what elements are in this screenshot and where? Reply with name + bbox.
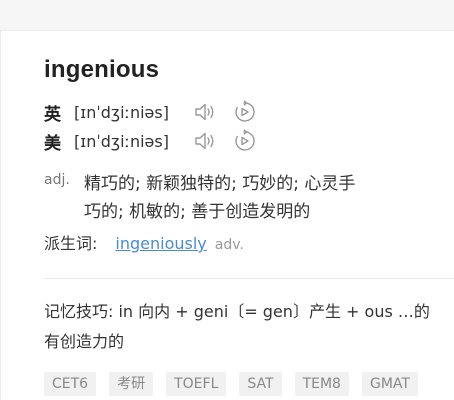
tag-kaoyan[interactable]: 考研 [109, 372, 154, 396]
pron-label-us: 美 [44, 133, 61, 154]
mnemonic: 记忆技巧: in 向内 + geni〔= gen〕产生 + ous …的 有创造… [44, 297, 454, 357]
meaning-line: 巧的; 机敏的; 善于创造发明的 [84, 202, 311, 222]
ipa-uk: [ɪnˈdʒiːniəs] [74, 102, 169, 122]
pron-label-uk: 英 [44, 104, 61, 125]
part-of-speech: adj. [44, 172, 70, 188]
ipa-us: [ɪnˈdʒiːniəs] [74, 131, 169, 151]
tag-toefl[interactable]: TOEFL [166, 372, 227, 396]
tag-cet6[interactable]: CET6 [44, 372, 97, 396]
pronunciation-uk: 英 [ɪnˈdʒiːniəs] [44, 99, 257, 125]
mnemonic-line: 有创造力的 [44, 332, 125, 351]
tag-gmat[interactable]: GMAT [361, 372, 418, 396]
pronunciation-us: 美 [ɪnˈdʒiːniəs] [44, 128, 257, 154]
tag-tem8[interactable]: TEM8 [294, 372, 349, 396]
meanings: 精巧的; 新颖独特的; 巧妙的; 心灵手 巧的; 机敏的; 善于创造发明的 [84, 170, 424, 226]
mnemonic-line: 记忆技巧: in 向内 + geni〔= gen〕产生 + ous …的 [44, 302, 430, 321]
exam-tags: CET6 考研 TOEFL SAT TEM8 GMAT [44, 372, 431, 396]
definition: adj. 精巧的; 新颖独特的; 巧妙的; 心灵手 巧的; 机敏的; 善于创造发… [44, 170, 424, 226]
speaker-icon[interactable] [192, 99, 218, 125]
meaning-line: 精巧的; 新颖独特的; 巧妙的; 心灵手 [84, 174, 356, 194]
speaker-icon[interactable] [192, 128, 218, 154]
tag-sat[interactable]: SAT [239, 372, 282, 396]
replay-icon[interactable] [231, 128, 257, 154]
replay-icon[interactable] [231, 99, 257, 125]
derivative-pos: adv. [214, 237, 244, 253]
headword: ingenious [44, 56, 160, 83]
derivative-row: 派生词: ingeniously adv. [44, 230, 244, 254]
divider [44, 278, 454, 279]
derivative-link[interactable]: ingeniously [115, 234, 206, 253]
derivative-label: 派生词: [44, 234, 98, 253]
